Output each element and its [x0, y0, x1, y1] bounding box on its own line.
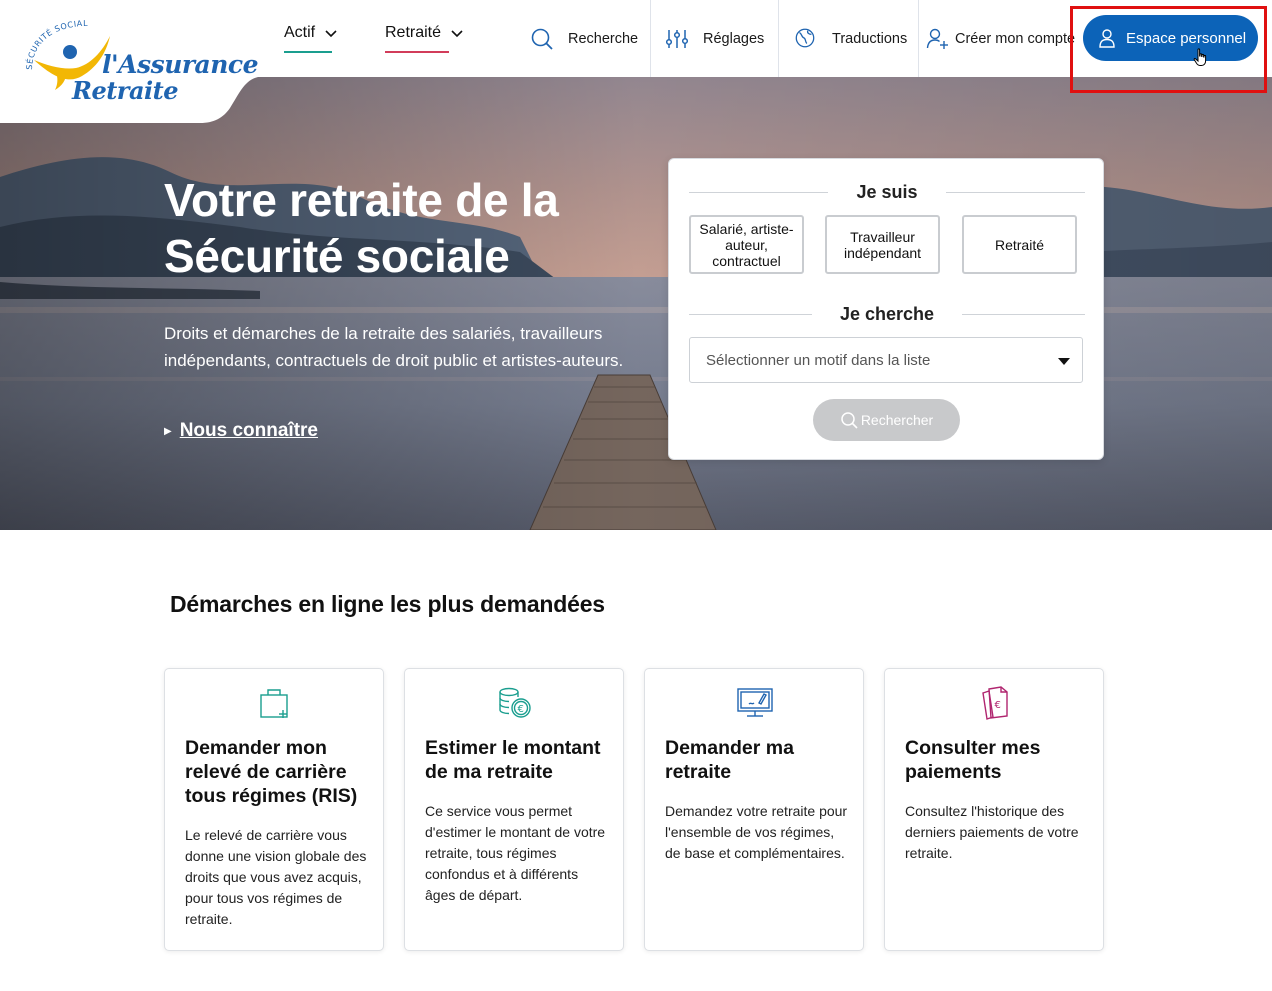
monitor-pen-icon: [735, 683, 775, 723]
service-card-description: Le relevé de carrière vous donne une vis…: [185, 827, 367, 927]
header-divider: [778, 0, 779, 77]
service-card-paiements[interactable]: € Consulter mes paiements Consultez l'hi…: [884, 668, 1104, 951]
triangle-right-icon: ▶: [164, 425, 172, 437]
service-card-title: Consulter mes paiements: [905, 737, 1041, 783]
motif-select-placeholder: Sélectionner un motif dans la liste: [706, 351, 931, 369]
search-tool[interactable]: Recherche: [530, 0, 638, 77]
service-card-demander[interactable]: Demander ma retraite Demandez votre retr…: [644, 668, 864, 951]
je-cherche-heading: Je cherche: [689, 302, 1085, 326]
globe-icon: [794, 27, 818, 51]
heading-rule: [689, 191, 829, 193]
settings-tool-label: Réglages: [703, 30, 765, 47]
translations-tool[interactable]: Traductions: [794, 0, 907, 77]
coins-euro-icon: €: [495, 683, 535, 723]
espace-personnel-label: Espace personnel: [1126, 29, 1247, 47]
logo-word-assurance: l'Assurance: [102, 50, 259, 79]
service-card-description: Ce service vous permet d'estimer le mont…: [425, 803, 606, 903]
rechercher-label: Rechercher: [860, 412, 934, 428]
motif-select[interactable]: Sélectionner un motif dans la liste: [689, 337, 1083, 383]
service-card-description: Demandez votre retraite pour l'ensemble …: [665, 803, 848, 861]
heading-rule: [962, 313, 1085, 315]
header-divider: [650, 0, 651, 77]
nav-retraite-label: Retraité: [385, 24, 442, 41]
logo-word-retraite: Retraite: [72, 76, 178, 105]
header-divider: [918, 0, 919, 77]
profile-salarie-button[interactable]: Salarié, artiste-auteur, contractuel: [689, 215, 804, 274]
service-card-title: Demander mon relevé de carrière tous rég…: [185, 737, 358, 807]
create-account-label: Créer mon compte: [955, 30, 1076, 47]
services-section-title: Démarches en ligne les plus demandées: [170, 591, 605, 617]
user-icon: [1097, 28, 1117, 48]
service-card-title: Demander ma retraite: [665, 737, 794, 783]
je-suis-label: Je suis: [856, 181, 918, 202]
caret-down-icon: [1058, 358, 1070, 365]
settings-tool[interactable]: Réglages: [665, 0, 764, 77]
nav-actif-label: Actif: [284, 24, 316, 41]
heading-rule: [689, 313, 812, 315]
nav-actif[interactable]: Actif: [284, 24, 337, 53]
hero-title: Votre retraite de la Sécurité sociale: [164, 174, 559, 282]
search-tool-label: Recherche: [568, 30, 639, 47]
nous-connaitre-link[interactable]: ▶ Nous connaître: [164, 420, 318, 442]
nav-retraite-underline: [385, 51, 449, 53]
profile-search-panel: Je suis Salarié, artiste-auteur, contrac…: [668, 158, 1104, 460]
profile-retraite-button[interactable]: Retraité: [962, 215, 1077, 274]
nav-actif-underline: [284, 51, 332, 53]
service-card-estimer[interactable]: € Estimer le montant de ma retraite Ce s…: [404, 668, 624, 951]
rechercher-button[interactable]: Rechercher: [813, 399, 960, 441]
logo-tab[interactable]: SÉCURITÉ SOCIALE l'Assurance Retraite: [0, 0, 262, 123]
assurance-retraite-logo: SÉCURITÉ SOCIALE l'Assurance Retraite: [18, 14, 259, 109]
search-icon: [530, 27, 554, 51]
service-card-title: Estimer le montant de ma retraite: [425, 737, 601, 783]
je-suis-heading: Je suis: [689, 180, 1086, 204]
service-card-ris[interactable]: Demander mon relevé de carrière tous rég…: [164, 668, 384, 951]
svg-text:€: €: [995, 700, 1001, 711]
hand-cursor-icon: [1193, 48, 1207, 66]
documents-euro-icon: €: [975, 683, 1015, 723]
nav-retraite[interactable]: Retraité: [385, 24, 463, 53]
hero-subtitle: Droits et démarches de la retraite des s…: [164, 324, 624, 370]
profile-independant-button[interactable]: Travailleur indépendant: [825, 215, 940, 274]
chevron-down-icon: [325, 30, 337, 38]
search-icon: [840, 411, 858, 429]
espace-personnel-button[interactable]: Espace personnel: [1083, 15, 1258, 61]
sliders-icon: [665, 27, 689, 51]
bag-plus-icon: [255, 683, 295, 723]
translations-tool-label: Traductions: [832, 30, 908, 47]
chevron-down-icon: [451, 30, 463, 38]
heading-rule: [945, 191, 1086, 193]
create-account-tool[interactable]: Créer mon compte: [926, 0, 1075, 77]
je-cherche-label: Je cherche: [839, 303, 935, 324]
svg-text:€: €: [518, 704, 524, 715]
service-card-description: Consultez l'historique des derniers paie…: [905, 803, 1079, 861]
user-plus-icon: [926, 27, 950, 51]
nous-connaitre-label: Nous connaître: [179, 420, 319, 441]
